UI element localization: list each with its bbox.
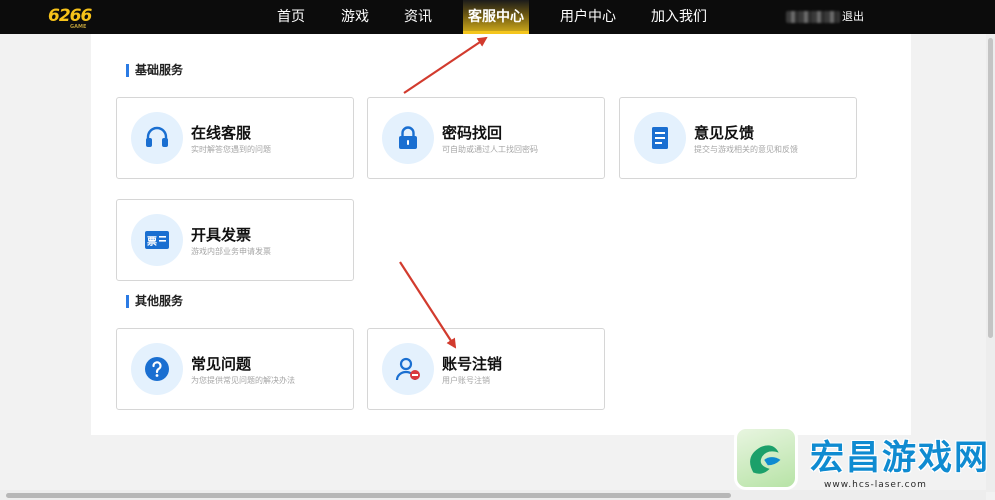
nav-user-center[interactable]: 用户中心	[553, 0, 623, 34]
logo-text: 6266	[48, 6, 92, 26]
invoice-icon-glyph: 票	[147, 236, 157, 248]
username-blurred	[786, 11, 840, 23]
card-desc: 实时解答您遇到的问题	[191, 145, 271, 154]
headset-icon	[131, 112, 183, 164]
card-faq[interactable]: 常见问题 为您提供常见问题的解决办法	[116, 328, 354, 410]
card-desc: 为您提供常见问题的解决办法	[191, 376, 295, 385]
nav-games[interactable]: 游戏	[330, 0, 380, 34]
card-title: 账号注销	[442, 355, 503, 373]
card-title: 意见反馈	[694, 124, 755, 142]
section-title-other: 其他服务	[126, 295, 183, 308]
card-desc: 提交与游戏相关的意见和反馈	[694, 145, 798, 154]
card-account-deletion[interactable]: 账号注销 用户账号注销	[367, 328, 605, 410]
horizontal-scroll-thumb[interactable]	[6, 493, 731, 498]
watermark-url: www.hcs-laser.com	[824, 480, 927, 490]
card-password-recovery[interactable]: 密码找回 可自助或通过人工找回密码	[367, 97, 605, 179]
card-desc: 游戏内部业务申请发票	[191, 247, 271, 256]
card-title: 在线客服	[191, 124, 252, 142]
nav-join-us[interactable]: 加入我们	[644, 0, 714, 34]
watermark-text: 宏昌游戏网	[810, 438, 990, 478]
main-panel: 基础服务 在线客服 实时解答您遇到的问题 密码找回 可自助或通过人工找回密码 意…	[91, 34, 911, 435]
card-title: 密码找回	[442, 124, 503, 142]
question-icon	[131, 343, 183, 395]
lock-icon	[382, 112, 434, 164]
nav-home[interactable]: 首页	[266, 0, 316, 34]
card-feedback[interactable]: 意见反馈 提交与游戏相关的意见和反馈	[619, 97, 857, 179]
section-title-basic: 基础服务	[126, 64, 183, 77]
card-title: 开具发票	[191, 226, 252, 244]
nav-customer-service[interactable]: 客服中心	[463, 0, 529, 34]
top-nav-bar: 6266 GAME 首页 游戏 资讯 客服中心 用户中心 加入我们 退出	[0, 0, 995, 34]
card-desc: 可自助或通过人工找回密码	[442, 145, 538, 154]
site-logo[interactable]: 6266 GAME	[48, 6, 92, 30]
card-invoice[interactable]: 票 开具发票 游戏内部业务申请发票	[116, 199, 354, 281]
watermark-logo-icon	[734, 426, 798, 490]
card-title: 常见问题	[191, 355, 252, 373]
watermark: 宏昌游戏网 www.hcs-laser.com	[734, 424, 992, 498]
logout-link[interactable]: 退出	[842, 0, 864, 34]
vertical-scroll-thumb[interactable]	[988, 38, 993, 338]
card-desc: 用户账号注销	[442, 376, 490, 385]
document-icon	[634, 112, 686, 164]
nav-news[interactable]: 资讯	[393, 0, 443, 34]
user-remove-icon	[382, 343, 434, 395]
invoice-icon: 票	[131, 214, 183, 266]
card-online-service[interactable]: 在线客服 实时解答您遇到的问题	[116, 97, 354, 179]
logo-subtext: GAME	[70, 24, 87, 30]
